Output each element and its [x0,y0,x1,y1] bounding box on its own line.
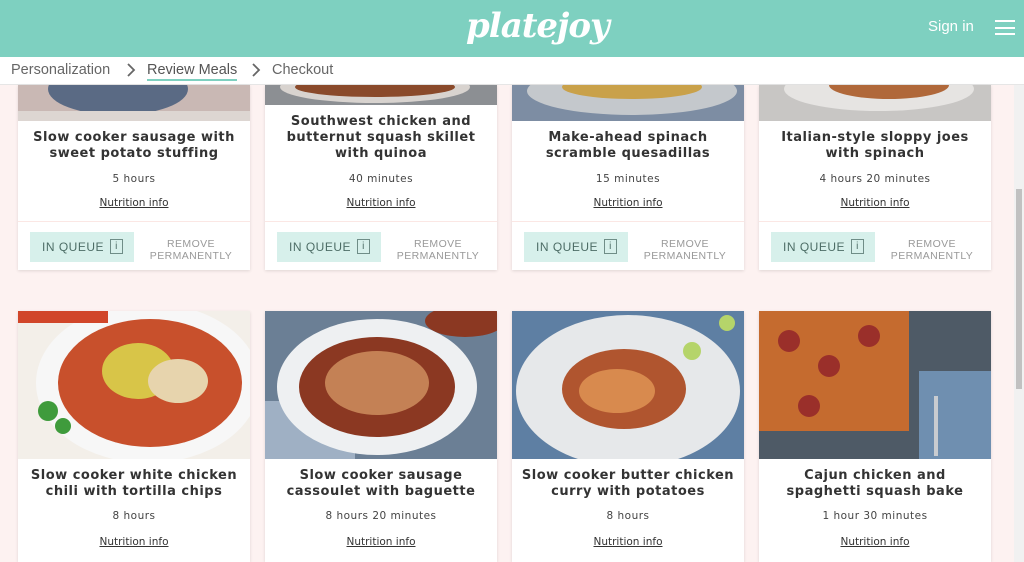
info-icon: i [604,239,617,254]
breadcrumb: Personalization Review Meals Checkout [0,57,1024,85]
top-bar: platejoy Sign in [0,0,1024,57]
in-queue-button[interactable]: IN QUEUE i [277,232,381,262]
platejoy-logo[interactable]: platejoy [466,6,610,46]
divider [265,221,497,222]
meal-card[interactable]: Slow cooker sausage cassoulet with bague… [265,311,497,562]
meal-time: 1 hour 30 minutes [822,510,928,522]
nutrition-info-link[interactable]: Nutrition info [265,197,497,209]
meal-card[interactable]: Slow cooker sausage with sweet potato st… [18,85,250,270]
breadcrumb-review-meals[interactable]: Review Meals [147,62,238,81]
meal-photo [18,85,250,121]
meal-photo [265,85,497,105]
meal-photo [512,85,744,121]
sign-in-link[interactable]: Sign in [928,18,974,35]
meal-time: 4 hours 20 minutes [819,173,931,185]
meal-title: Slow cooker sausage cassoulet with bague… [286,468,476,499]
nutrition-info-link[interactable]: Nutrition info [759,197,991,209]
breadcrumb-personalization[interactable]: Personalization [11,62,110,78]
meal-card[interactable]: Make-ahead spinach scramble quesadillas … [512,85,744,270]
meal-card[interactable]: Southwest chicken and butternut squash s… [265,85,497,270]
meal-title: Make-ahead spinach scramble quesadillas [545,130,711,161]
divider [18,221,250,222]
nutrition-info-link[interactable]: Nutrition info [265,536,497,548]
info-icon: i [357,239,370,254]
remove-permanently-button[interactable]: REMOVE PERMANENTLY [393,238,483,262]
breadcrumb-checkout[interactable]: Checkout [272,62,333,78]
remove-permanently-button[interactable]: REMOVE PERMANENTLY [640,238,730,262]
nutrition-info-link[interactable]: Nutrition info [512,536,744,548]
meal-title: Cajun chicken and spaghetti squash bake [786,468,964,499]
info-icon: i [110,239,123,254]
chevron-right-icon [252,63,261,77]
in-queue-button[interactable]: IN QUEUE i [771,232,875,262]
meal-time: 8 hours 20 minutes [325,510,437,522]
meal-photo [512,311,744,459]
chevron-right-icon [127,63,136,77]
divider [512,221,744,222]
meal-title: Slow cooker white chicken chili with tor… [30,468,238,499]
nutrition-info-link[interactable]: Nutrition info [18,536,250,548]
meal-photo [759,85,991,121]
vertical-scrollbar[interactable] [1014,85,1024,562]
meal-card[interactable]: Cajun chicken and spaghetti squash bake … [759,311,991,562]
nutrition-info-link[interactable]: Nutrition info [759,536,991,548]
meal-title: Slow cooker sausage with sweet potato st… [33,130,235,161]
nutrition-info-link[interactable]: Nutrition info [512,197,744,209]
meal-photo [18,311,250,459]
meal-title: Italian-style sloppy joes with spinach [781,130,969,161]
meal-time: 8 hours [606,510,650,522]
hamburger-menu-icon[interactable] [995,20,1015,35]
meal-time: 40 minutes [348,173,414,185]
meal-time: 15 minutes [595,173,661,185]
remove-permanently-button[interactable]: REMOVE PERMANENTLY [887,238,977,262]
remove-permanently-button[interactable]: REMOVE PERMANENTLY [146,238,236,262]
meal-card[interactable]: Slow cooker white chicken chili with tor… [18,311,250,562]
meal-card[interactable]: Italian-style sloppy joes with spinach 4… [759,85,991,270]
info-icon: i [851,239,864,254]
in-queue-button[interactable]: IN QUEUE i [30,232,134,262]
meal-card[interactable]: Slow cooker butter chicken curry with po… [512,311,744,562]
divider [759,221,991,222]
meal-time: 8 hours [112,510,156,522]
in-queue-button[interactable]: IN QUEUE i [524,232,628,262]
meal-title: Slow cooker butter chicken curry with po… [521,468,735,499]
nutrition-info-link[interactable]: Nutrition info [18,197,250,209]
meal-photo [759,311,991,459]
meal-title: Southwest chicken and butternut squash s… [286,114,476,161]
meal-time: 5 hours [112,173,156,185]
meal-photo [265,311,497,459]
scrollbar-thumb[interactable] [1016,189,1022,389]
